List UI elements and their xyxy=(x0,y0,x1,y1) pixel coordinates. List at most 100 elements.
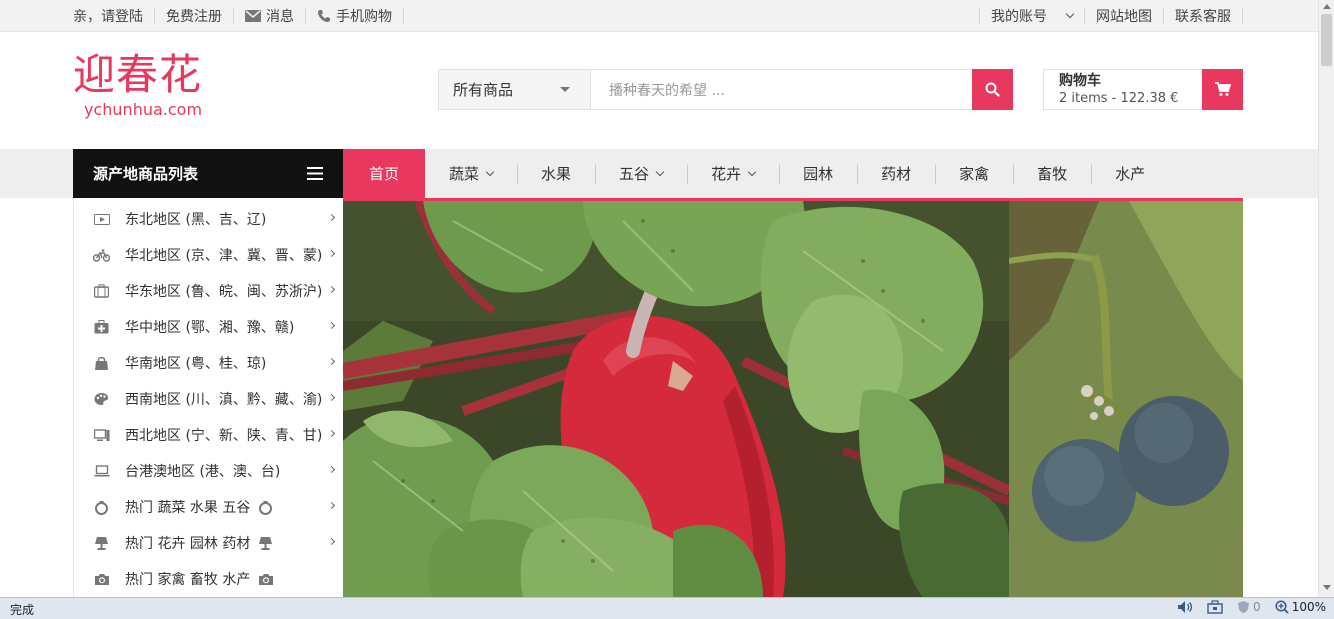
nav-item-aquatic[interactable]: 水产 xyxy=(1091,149,1169,198)
search-icon xyxy=(985,82,1000,97)
lamp-icon xyxy=(259,536,273,550)
region-sidebar: 东北地区 (黑、吉、辽) 华北地区 (京、津、冀、晋、蒙) 华东地区 (鲁、皖、… xyxy=(73,201,343,598)
sidebar-item-south[interactable]: 华南地区 (粤、桂、琼) xyxy=(74,345,343,381)
camera-icon xyxy=(259,573,274,585)
sitemap-label[interactable]: 网站地图 xyxy=(1096,6,1152,26)
shopping-bag-icon xyxy=(95,356,108,370)
account-label[interactable]: 我的账号 xyxy=(991,6,1047,26)
caret-down-icon xyxy=(560,87,570,92)
nav-label: 水产 xyxy=(1115,165,1146,183)
nav-label: 蔬菜 xyxy=(449,165,480,183)
nav-item-poultry[interactable]: 家禽 xyxy=(935,149,1013,198)
search-input[interactable]: 播种春天的希望 ... xyxy=(591,70,972,109)
login-label[interactable]: 亲，请登陆 xyxy=(73,6,143,26)
scroll-down-arrow-icon[interactable] xyxy=(1323,585,1331,590)
envelope-icon xyxy=(245,9,261,22)
nav-item-flowers[interactable]: 花卉 xyxy=(687,149,779,198)
hero-banner-radish[interactable] xyxy=(343,201,1009,598)
messages-label[interactable]: 消息 xyxy=(266,6,294,26)
logo-domain[interactable]: ychunhua.com xyxy=(84,100,202,119)
side-banner-berries[interactable] xyxy=(1009,201,1243,598)
sidebar-item-northwest[interactable]: 西北地区 (宁、新、陕、青、甘) xyxy=(74,417,343,453)
camera-icon xyxy=(94,573,109,585)
chevron-down-icon xyxy=(485,167,495,176)
messages-link[interactable]: 消息 xyxy=(234,6,306,26)
palette-icon xyxy=(94,393,109,405)
sitemap-link[interactable]: 网站地图 xyxy=(1085,6,1164,26)
cart-summary: 2 items - 122.38 € xyxy=(1059,91,1179,106)
sidebar-item-label: 台港澳地区 (港、澳、台) xyxy=(125,464,281,480)
search-placeholder: 播种春天的希望 ... xyxy=(609,82,725,99)
nav-label: 家禽 xyxy=(959,165,990,183)
sidebar-item-label: 华北地区 (京、津、冀、晋、蒙) xyxy=(125,248,323,264)
sidebar-item-hot-produce[interactable]: 热门 蔬菜 水果 五谷 xyxy=(74,489,343,525)
search-category-select[interactable]: 所有商品 xyxy=(439,70,591,109)
nav-item-home[interactable]: 首页 xyxy=(343,149,426,198)
chevron-right-icon xyxy=(327,285,336,294)
nav-item-garden[interactable]: 园林 xyxy=(779,149,857,198)
chevron-right-icon xyxy=(327,429,336,438)
sidebar-item-east[interactable]: 华东地区 (鲁、皖、闽、苏浙沪) xyxy=(74,273,343,309)
login-link[interactable]: 亲，请登陆 xyxy=(73,6,155,26)
cart-widget[interactable]: 购物车 2 items - 122.38 € xyxy=(1043,69,1243,110)
mobile-shop-label[interactable]: 手机购物 xyxy=(336,6,392,26)
berries-photo xyxy=(1009,201,1243,598)
search-category-value: 所有商品 xyxy=(453,81,514,99)
mobile-shop-link[interactable]: 手机购物 xyxy=(306,6,404,26)
page-scrollbar[interactable] xyxy=(1318,0,1334,597)
category-menu-toggle[interactable]: 源产地商品列表 xyxy=(73,149,343,198)
scroll-up-arrow-icon[interactable] xyxy=(1323,4,1331,9)
sidebar-item-northeast[interactable]: 东北地区 (黑、吉、辽) xyxy=(74,201,343,237)
scroll-thumb[interactable] xyxy=(1321,14,1332,66)
status-text: 完成 xyxy=(10,603,35,617)
compatibility-icon[interactable] xyxy=(1207,600,1223,614)
blocked-count: 0 xyxy=(1253,600,1261,614)
chevron-right-icon xyxy=(327,357,336,366)
chevron-right-icon xyxy=(327,537,336,546)
speaker-icon[interactable] xyxy=(1177,600,1193,614)
register-label[interactable]: 免费注册 xyxy=(166,6,222,26)
blocked-counter[interactable]: 0 xyxy=(1237,600,1261,614)
sidebar-item-southwest[interactable]: 西南地区 (川、滇、黔、藏、渝) xyxy=(74,381,343,417)
sidebar-item-central[interactable]: 华中地区 (鄂、湘、豫、赣) xyxy=(74,309,343,345)
sidebar-item-label: 华南地区 (粤、桂、琼) xyxy=(125,356,267,372)
support-link[interactable]: 联系客服 xyxy=(1164,6,1243,26)
sidebar-item-north[interactable]: 华北地区 (京、津、冀、晋、蒙) xyxy=(74,237,343,273)
nav-label: 药材 xyxy=(881,165,912,183)
radish-photo xyxy=(343,201,1009,598)
top-bar: 亲，请登陆 免费注册 消息 手机购物 我的账号 网站地图 联系客服 xyxy=(0,0,1318,32)
sidebar-item-label: 西南地区 (川、滇、黔、藏、渝) xyxy=(125,392,323,408)
category-title: 源产地商品列表 xyxy=(93,165,199,183)
logo-text[interactable]: 迎春花 xyxy=(73,50,202,100)
hamburger-icon xyxy=(307,167,323,180)
shield-icon xyxy=(1238,601,1250,613)
sidebar-item-label: 热门 家禽 畜牧 水产 xyxy=(125,572,251,588)
sidebar-item-hot-plants[interactable]: 热门 花卉 园林 药材 xyxy=(74,525,343,561)
nav-item-fruits[interactable]: 水果 xyxy=(517,149,595,198)
chevron-right-icon xyxy=(327,321,336,330)
account-menu[interactable]: 我的账号 xyxy=(979,6,1085,26)
laptop-icon xyxy=(93,465,110,477)
sidebar-item-label: 西北地区 (宁、新、陕、青、甘) xyxy=(125,428,323,444)
nav-item-vegetables[interactable]: 蔬菜 xyxy=(425,149,517,198)
phone-icon xyxy=(318,9,330,22)
cart-title: 购物车 xyxy=(1059,73,1101,89)
sidebar-item-label: 热门 蔬菜 水果 五谷 xyxy=(125,500,251,516)
nav-item-herbs[interactable]: 药材 xyxy=(857,149,935,198)
support-label[interactable]: 联系客服 xyxy=(1175,6,1231,26)
desktop-icon xyxy=(93,428,109,441)
chevron-right-icon xyxy=(327,465,336,474)
cart-button[interactable] xyxy=(1202,69,1243,110)
chevron-right-icon xyxy=(327,249,336,258)
sidebar-item-hot-animals[interactable]: 热门 家禽 畜牧 水产 xyxy=(74,561,343,597)
sidebar-item-hk-macau-taiwan[interactable]: 台港澳地区 (港、澳、台) xyxy=(74,453,343,489)
nav-item-grains[interactable]: 五谷 xyxy=(595,149,687,198)
register-link[interactable]: 免费注册 xyxy=(155,6,234,26)
play-screen-icon xyxy=(93,213,110,225)
nav-item-livestock[interactable]: 畜牧 xyxy=(1013,149,1091,198)
zoom-control[interactable]: 100% xyxy=(1275,600,1326,614)
ring-icon xyxy=(259,500,273,515)
sidebar-item-label: 华东地区 (鲁、皖、闽、苏浙沪) xyxy=(125,284,323,300)
nav-label: 水果 xyxy=(541,165,572,183)
search-button[interactable] xyxy=(972,69,1013,110)
